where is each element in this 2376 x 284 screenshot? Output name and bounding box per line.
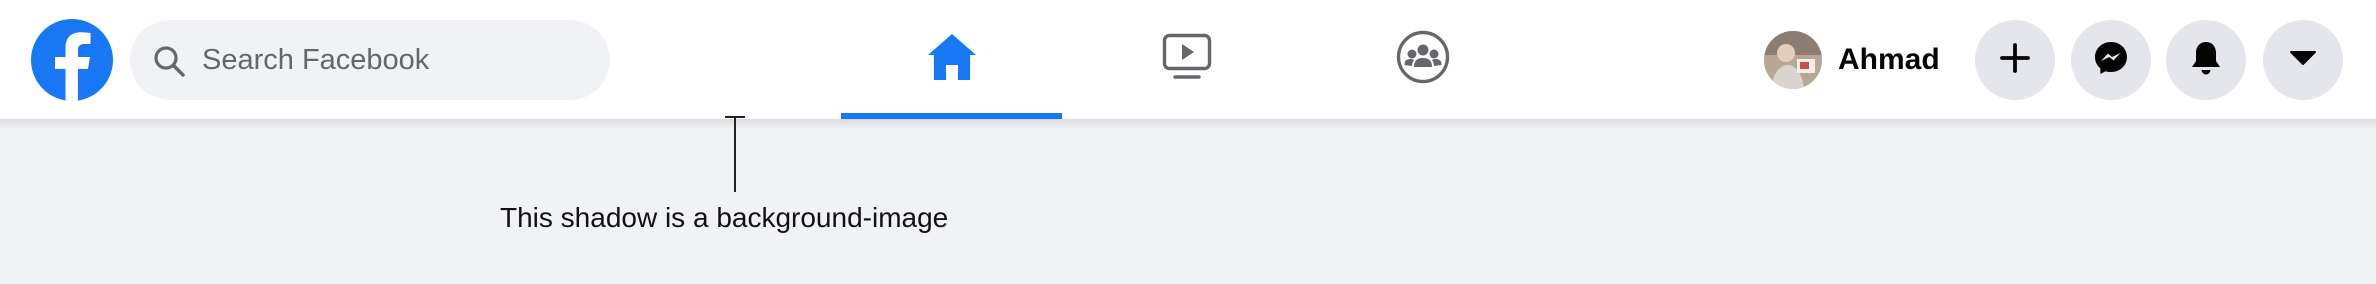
search-input[interactable]	[202, 20, 592, 100]
search-icon	[152, 44, 186, 78]
caret-down-icon	[2289, 49, 2317, 72]
bell-icon	[2189, 40, 2223, 81]
create-button[interactable]	[1975, 20, 2055, 100]
annotation-pointer-line	[734, 118, 736, 192]
notifications-button[interactable]	[2166, 20, 2246, 100]
tab-groups[interactable]	[1312, 0, 1533, 119]
annotation-text: This shadow is a background-image	[500, 202, 949, 233]
top-navigation-bar: Ahmad	[0, 0, 2376, 119]
messenger-icon	[2093, 40, 2129, 81]
groups-icon	[1396, 30, 1450, 89]
video-icon	[1162, 33, 1212, 86]
profile-link[interactable]: Ahmad	[1764, 27, 1940, 93]
messenger-button[interactable]	[2071, 20, 2151, 100]
facebook-logo-icon[interactable]	[31, 19, 113, 101]
plus-icon	[1998, 41, 2032, 80]
profile-name: Ahmad	[1838, 43, 1940, 76]
avatar	[1764, 31, 1822, 89]
topbar-shadow	[0, 119, 2376, 129]
tab-home[interactable]	[841, 0, 1062, 119]
tab-watch[interactable]	[1076, 0, 1297, 119]
account-menu-button[interactable]	[2263, 20, 2343, 100]
home-icon	[926, 31, 978, 88]
search-bar[interactable]	[130, 20, 610, 100]
